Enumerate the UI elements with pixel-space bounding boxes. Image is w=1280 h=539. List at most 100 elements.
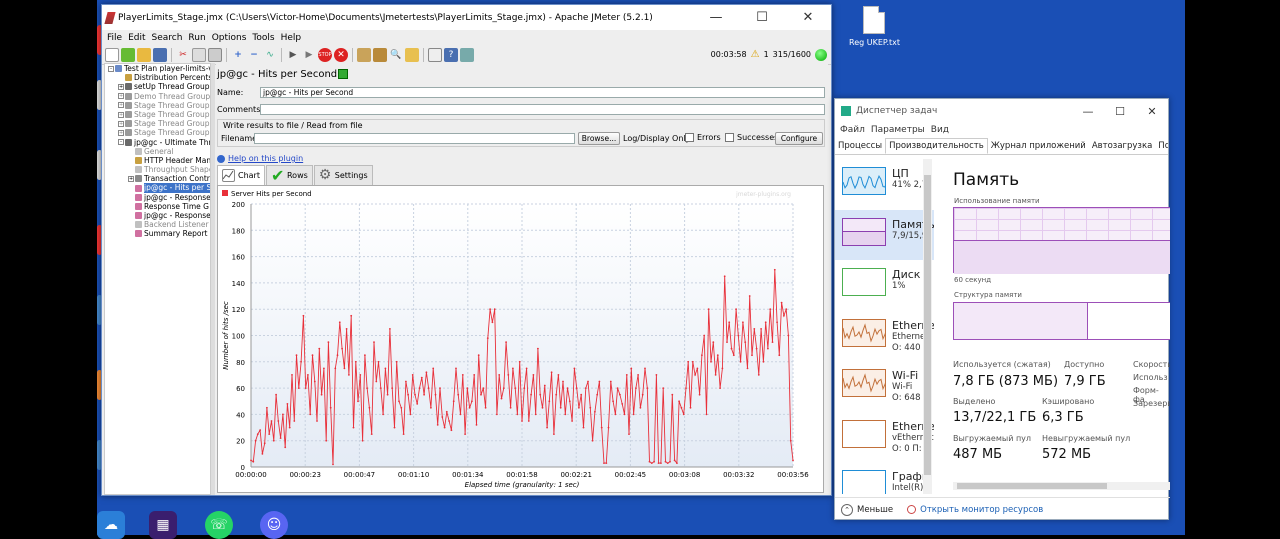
- splitter[interactable]: [211, 63, 215, 495]
- jmeter-titlebar[interactable]: PlayerLimits_Stage.jmx (C:\Users\Victor-…: [102, 5, 831, 30]
- close-button[interactable]: ✕: [1136, 99, 1168, 123]
- minimize-button[interactable]: —: [1072, 99, 1104, 123]
- taskmgr-tab[interactable]: Производительность: [885, 137, 988, 154]
- browse-button[interactable]: Browse...: [578, 132, 620, 145]
- tree-node[interactable]: - jp@gc - Ultimate Thr: [105, 138, 210, 147]
- performance-item[interactable]: Диск 1%: [835, 260, 934, 311]
- taskmgr-tab[interactable]: Автозагрузка: [1089, 139, 1155, 153]
- performance-item[interactable]: ЦП 41% 2,7: [835, 159, 934, 210]
- performance-item[interactable]: ГрафиIntel(R)7%: [835, 462, 934, 494]
- taskmgr-menu-item[interactable]: Вид: [928, 125, 952, 135]
- jmeter-window[interactable]: PlayerLimits_Stage.jmx (C:\Users\Victor-…: [101, 4, 832, 496]
- taskmgr-titlebar[interactable]: Диспетчер задач — ☐ ✕: [835, 99, 1168, 123]
- performance-list-scrollbar[interactable]: [923, 159, 932, 494]
- reset-search-icon[interactable]: [405, 47, 419, 62]
- performance-item[interactable]: Wi-Fi Wi-Fi О: 648: [835, 361, 934, 412]
- start-icon[interactable]: ▶: [286, 48, 300, 62]
- tree-node[interactable]: - Test Plan player-limits-v: [105, 64, 210, 73]
- tree-node[interactable]: Backend Listener: [105, 220, 210, 229]
- tree-node[interactable]: + setUp Thread Group: [105, 82, 210, 91]
- chart-area[interactable]: 0 20 40 60 80 100 120 140 160 180 200 00:00:00 00:00…: [217, 185, 824, 493]
- tree-node[interactable]: Summary Report: [105, 229, 210, 238]
- expand-toggle-icon[interactable]: +: [118, 83, 124, 90]
- tree-node[interactable]: + Demo Thread Group: [105, 92, 210, 101]
- paste-icon[interactable]: [208, 47, 222, 62]
- tree-node[interactable]: jp@gc - Response: [105, 211, 210, 220]
- shutdown-icon[interactable]: ✕: [334, 47, 348, 62]
- expand-panel-icon[interactable]: [338, 69, 348, 79]
- expand-toggle-icon[interactable]: +: [118, 93, 124, 100]
- configure-button[interactable]: Configure: [775, 132, 823, 145]
- stop-icon[interactable]: STOP: [318, 47, 332, 62]
- successes-checkbox-box[interactable]: [725, 133, 734, 142]
- tree-node[interactable]: HTTP Header Man: [105, 156, 210, 165]
- name-field[interactable]: jp@gc - Hits per Second: [260, 87, 825, 98]
- new-icon[interactable]: [105, 47, 119, 62]
- errors-checkbox-box[interactable]: [685, 133, 694, 142]
- minimize-button[interactable]: —: [693, 5, 739, 30]
- menu-file[interactable]: File: [104, 33, 125, 43]
- tree-node[interactable]: Throughput Shaper: [105, 165, 210, 174]
- expand-toggle-icon[interactable]: +: [118, 111, 124, 118]
- menu-search[interactable]: Search: [149, 33, 186, 43]
- menu-options[interactable]: Options: [209, 33, 250, 43]
- performance-item[interactable]: EthernetvEthernetО: 0 П:: [835, 412, 934, 463]
- performance-list[interactable]: ЦП41% 2,7Память7,9/15,9Диск1%EthernetEth…: [835, 159, 934, 494]
- close-button[interactable]: ✕: [785, 5, 831, 30]
- cut-icon[interactable]: ✂: [176, 48, 190, 62]
- tab-settings[interactable]: ⚙ Settings: [313, 165, 373, 185]
- taskmgr-tab[interactable]: Процессы: [835, 139, 885, 153]
- detail-horizontal-scrollbar[interactable]: [953, 482, 1170, 490]
- maximize-button[interactable]: ☐: [1104, 99, 1136, 123]
- toggle-icon[interactable]: ∿: [263, 48, 277, 62]
- copy-icon[interactable]: [192, 47, 206, 62]
- tab-rows[interactable]: ✔ Rows: [265, 165, 313, 185]
- expand-icon[interactable]: +: [231, 48, 245, 62]
- collapse-toggle-icon[interactable]: -: [118, 139, 124, 146]
- tree-node[interactable]: Distribution Percents: [105, 73, 210, 82]
- tree-node[interactable]: + Stage Thread Group: [105, 128, 210, 137]
- menu-help[interactable]: Help: [278, 33, 305, 43]
- test-plan-tree[interactable]: - Test Plan player-limits-v Distribution P…: [104, 63, 211, 495]
- clear-icon[interactable]: [357, 47, 371, 62]
- task-manager-window[interactable]: Диспетчер задач — ☐ ✕ Файл Параметры Вид П…: [834, 98, 1170, 520]
- templates-icon[interactable]: [121, 47, 135, 62]
- tab-chart[interactable]: Chart: [217, 165, 265, 185]
- taskmgr-menu-item[interactable]: Файл: [837, 125, 868, 135]
- errors-checkbox[interactable]: Errors: [685, 133, 721, 142]
- clear-all-icon[interactable]: [373, 47, 387, 62]
- tree-node[interactable]: jp@gc - Response: [105, 193, 210, 202]
- menu-run[interactable]: Run: [185, 33, 208, 43]
- expand-toggle-icon[interactable]: +: [118, 129, 124, 136]
- tree-node[interactable]: General: [105, 147, 210, 156]
- filename-field[interactable]: [254, 133, 575, 144]
- collapse-toggle-icon[interactable]: -: [108, 65, 114, 72]
- help-icon[interactable]: ?: [444, 47, 458, 62]
- comments-field[interactable]: [260, 104, 825, 115]
- warning-icon[interactable]: ⚠: [751, 49, 760, 60]
- function-helper-icon[interactable]: [428, 47, 442, 62]
- tree-node[interactable]: jp@gc - Hits per S: [105, 183, 210, 193]
- performance-item[interactable]: Память 7,9/15,9: [835, 209, 934, 260]
- help-link[interactable]: Help on this plugin: [217, 154, 303, 163]
- taskmgr-tab[interactable]: Журнал приложений: [988, 139, 1089, 153]
- successes-checkbox[interactable]: Successes: [725, 133, 778, 142]
- expand-toggle-icon[interactable]: +: [128, 175, 134, 182]
- tree-node[interactable]: + Stage Thread Group: [105, 101, 210, 110]
- desktop-file-reg-ukep[interactable]: Reg UKEP.txt: [849, 6, 900, 56]
- expand-toggle-icon[interactable]: +: [118, 102, 124, 109]
- maximize-button[interactable]: ☐: [739, 5, 785, 30]
- performance-item[interactable]: EthernetEthernetО: 440: [835, 311, 934, 362]
- menu-edit[interactable]: Edit: [125, 33, 148, 43]
- open-icon[interactable]: [137, 47, 151, 62]
- save-icon[interactable]: [153, 47, 167, 62]
- menu-tools[interactable]: Tools: [249, 33, 277, 43]
- tree-node[interactable]: + Transaction Contr: [105, 174, 210, 183]
- taskmgr-menu-item[interactable]: Параметры: [868, 125, 928, 135]
- search-icon[interactable]: 🔍: [389, 48, 403, 62]
- log-viewer-icon[interactable]: [460, 47, 474, 62]
- tree-node[interactable]: + Stage Thread Group: [105, 110, 210, 119]
- expand-toggle-icon[interactable]: +: [118, 120, 124, 127]
- start-no-pauses-icon[interactable]: ▶: [302, 48, 316, 62]
- collapse-icon[interactable]: −: [247, 48, 261, 62]
